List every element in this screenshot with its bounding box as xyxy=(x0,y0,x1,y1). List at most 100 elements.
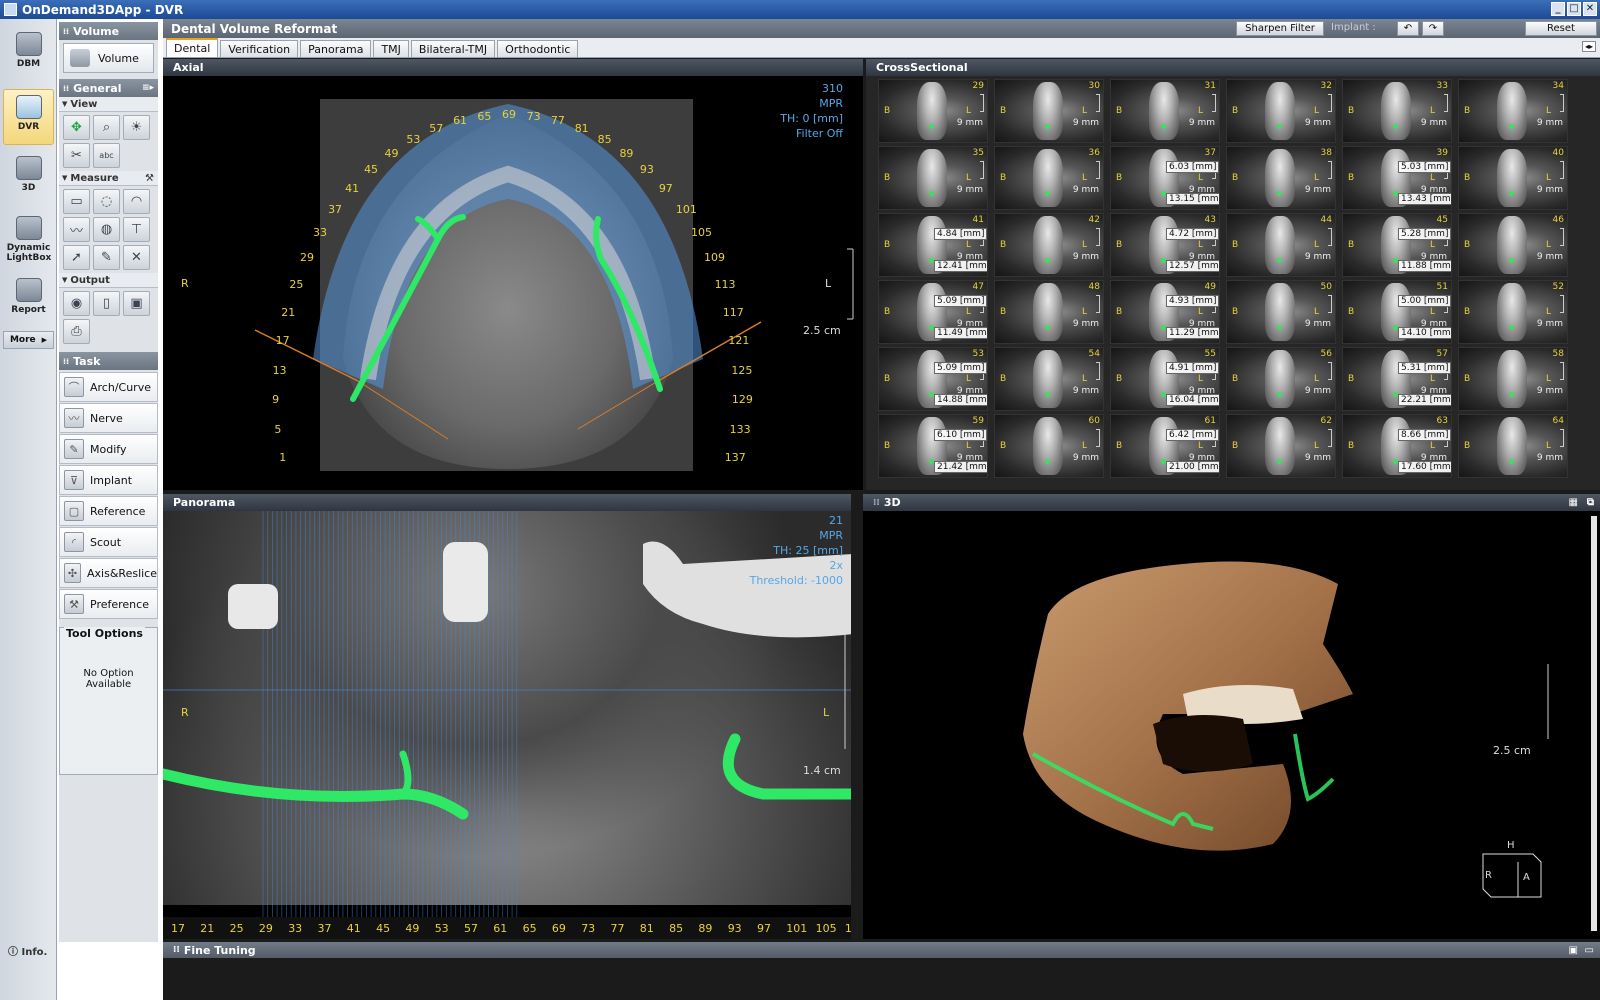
cross-section-cell[interactable]: 60 B L 9 mm xyxy=(994,414,1104,478)
volume-3d-view[interactable]: ⁞⁞ 3D ▦ ⧉ 2.5 cm H R A xyxy=(863,494,1600,939)
task-arch-curve[interactable]: ⌒ Arch/Curve xyxy=(59,372,158,402)
folder-icon[interactable]: ▭ xyxy=(1585,945,1594,956)
cross-section-cell[interactable]: 50 B L 9 mm xyxy=(1226,280,1336,344)
tab-verification[interactable]: Verification xyxy=(220,40,299,57)
cross-section-cell[interactable]: 35 B L 9 mm xyxy=(878,146,988,210)
measurement-height[interactable]: 13.43 [mm] xyxy=(1398,193,1451,205)
measurement-width[interactable]: 5.03 [mm] xyxy=(1398,161,1451,173)
tab-bilateral-tmj[interactable]: Bilateral-TMJ xyxy=(410,40,496,57)
measurement-width[interactable]: 5.00 [mm] xyxy=(1398,295,1451,307)
collapse-icon[interactable]: ▼ xyxy=(62,276,67,284)
measurement-height[interactable]: 14.10 [mm] xyxy=(1398,327,1451,339)
measurement-width[interactable]: 6.10 [mm] xyxy=(934,429,987,441)
tab-orthodontic[interactable]: Orthodontic xyxy=(497,40,579,57)
undo-icon[interactable]: ↶ xyxy=(1397,21,1419,36)
cross-section-cell[interactable]: 58 B L 9 mm xyxy=(1458,347,1568,411)
circle-measure-icon[interactable]: ◍ xyxy=(93,217,120,242)
measurement-height[interactable]: 16.04 [mm] xyxy=(1166,394,1219,406)
cross-section-cell[interactable]: 64 B L 9 mm xyxy=(1458,414,1568,478)
measurement-height[interactable]: 13.15 [mm] xyxy=(1166,193,1219,205)
measurement-height[interactable]: 12.41 [mm] xyxy=(934,260,987,272)
panorama-view[interactable]: Panorama 21 MPR TH: 25 [mm] 2x Threshold… xyxy=(163,494,851,939)
cross-section-cell[interactable]: 41 B L 9 mm 4.84 [mm] 12.41 [mm] xyxy=(878,213,988,277)
cross-section-cell[interactable]: 51 B L 9 mm 5.00 [mm] 14.10 [mm] xyxy=(1342,280,1452,344)
measurement-width[interactable]: 4.84 [mm] xyxy=(934,228,987,240)
cross-section-cell[interactable]: 46 B L 9 mm xyxy=(1458,213,1568,277)
task-modify[interactable]: ✎ Modify xyxy=(59,434,158,464)
cross-section-cell[interactable]: 57 B L 9 mm 5.31 [mm] 22.21 [mm] xyxy=(1342,347,1452,411)
fine-tuning-bar[interactable]: ⁞⁞ Fine Tuning ▣ ▭ xyxy=(163,942,1600,958)
collapse-icon[interactable]: ▼ xyxy=(62,174,67,182)
close-button[interactable]: ✕ xyxy=(1583,2,1597,16)
measurement-width[interactable]: 4.91 [mm] xyxy=(1166,362,1219,374)
tab-panorama[interactable]: Panorama xyxy=(300,40,372,57)
cross-section-cell[interactable]: 49 B L 9 mm 4.93 [mm] 11.29 [mm] xyxy=(1110,280,1220,344)
measurement-width[interactable]: 5.09 [mm] xyxy=(934,295,987,307)
rail-item-3d[interactable]: 3D xyxy=(3,151,54,207)
print-icon[interactable]: ⎙ xyxy=(63,319,90,344)
measurement-height[interactable]: 21.00 [mm] xyxy=(1166,461,1219,473)
measurement-width[interactable]: 5.09 [mm] xyxy=(934,362,987,374)
sharpen-filter-button[interactable]: Sharpen Filter xyxy=(1236,21,1324,36)
measure-settings-icon[interactable]: ⚒ xyxy=(145,173,154,184)
rail-item-report[interactable]: Report xyxy=(3,273,54,327)
info-button[interactable]: ⓘ Info. xyxy=(8,943,47,958)
cross-section-cell[interactable]: 56 B L 9 mm xyxy=(1226,347,1336,411)
cross-section-cell[interactable]: 31 B L 9 mm xyxy=(1110,79,1220,143)
cross-section-cell[interactable]: 36 B L 9 mm xyxy=(994,146,1104,210)
clipboard-icon[interactable]: ▯ xyxy=(93,291,120,316)
crosssectional-view[interactable]: CrossSectional 29 B L 9 mm 30 B L 9 mm 31 B L 9 mm 3… xyxy=(866,59,1600,490)
measurement-height[interactable]: 17.60 [mm] xyxy=(1398,461,1451,473)
cross-section-cell[interactable]: 63 B L 9 mm 8.66 [mm] 17.60 [mm] xyxy=(1342,414,1452,478)
eraser-icon[interactable]: ✎ xyxy=(93,245,120,270)
more-button[interactable]: More ▶ xyxy=(3,331,54,349)
cross-section-cell[interactable]: 52 B L 9 mm xyxy=(1458,280,1568,344)
delete-icon[interactable]: ✕ xyxy=(123,245,150,270)
cross-section-cell[interactable]: 59 B L 9 mm 6.10 [mm] 21.42 [mm] xyxy=(878,414,988,478)
cross-section-cell[interactable]: 53 B L 9 mm 5.09 [mm] 14.88 [mm] xyxy=(878,347,988,411)
measurement-height[interactable]: 11.49 [mm] xyxy=(934,327,987,339)
cross-section-cell[interactable]: 43 B L 9 mm 4.72 [mm] 12.57 [mm] xyxy=(1110,213,1220,277)
volume-3d-scrollbar[interactable] xyxy=(1591,516,1597,931)
redo-icon[interactable]: ↷ xyxy=(1422,21,1444,36)
cross-section-cell[interactable]: 61 B L 9 mm 6.42 [mm] 21.00 [mm] xyxy=(1110,414,1220,478)
cross-section-cell[interactable]: 37 B L 9 mm 6.03 [mm] 13.15 [mm] xyxy=(1110,146,1220,210)
select-arrow-icon[interactable]: ➚ xyxy=(63,245,90,270)
rail-item-dvr[interactable]: DVR xyxy=(3,89,54,145)
scissors-icon[interactable]: ✂ xyxy=(63,143,90,168)
cross-section-cell[interactable]: 33 B L 9 mm xyxy=(1342,79,1452,143)
rail-item-dbm[interactable]: DBM xyxy=(3,27,54,83)
task-scout[interactable]: ◜ Scout xyxy=(59,527,158,557)
capture-icon[interactable]: ◉ xyxy=(63,291,90,316)
save-image-icon[interactable]: ▣ xyxy=(123,291,150,316)
measurement-width[interactable]: 4.72 [mm] xyxy=(1166,228,1219,240)
tab-tmj[interactable]: TMJ xyxy=(373,40,409,57)
cross-section-cell[interactable]: 32 B L 9 mm xyxy=(1226,79,1336,143)
measurement-height[interactable]: 11.29 [mm] xyxy=(1166,327,1219,339)
ruler-icon[interactable]: ▭ xyxy=(63,189,90,214)
measurement-height[interactable]: 14.88 [mm] xyxy=(934,394,987,406)
angle-icon[interactable]: ◠ xyxy=(123,189,150,214)
task-preference[interactable]: ⚒ Preference xyxy=(59,589,158,619)
cross-section-cell[interactable]: 34 B L 9 mm xyxy=(1458,79,1568,143)
cross-section-cell[interactable]: 62 B L 9 mm xyxy=(1226,414,1336,478)
pan-icon[interactable]: ✥ xyxy=(63,115,90,140)
cross-section-cell[interactable]: 38 B L 9 mm xyxy=(1226,146,1336,210)
measurement-width[interactable]: 5.28 [mm] xyxy=(1398,228,1451,240)
cross-section-cell[interactable]: 42 B L 9 mm xyxy=(994,213,1104,277)
cross-section-cell[interactable]: 48 B L 9 mm xyxy=(994,280,1104,344)
reset-button[interactable]: Reset xyxy=(1525,21,1597,36)
task-implant[interactable]: ⊽ Implant xyxy=(59,465,158,495)
minimize-button[interactable]: _ xyxy=(1551,2,1565,16)
measurement-height[interactable]: 11.88 [mm] xyxy=(1398,260,1451,272)
profile-icon[interactable]: 〰 xyxy=(63,217,90,242)
cross-section-cell[interactable]: 30 B L 9 mm xyxy=(994,79,1104,143)
arrow-annotation-icon[interactable]: ⊤ xyxy=(123,217,150,242)
text-annotation-icon[interactable]: abc xyxy=(93,143,120,168)
cross-section-cell[interactable]: 39 B L 9 mm 5.03 [mm] 13.43 [mm] xyxy=(1342,146,1452,210)
cross-section-cell[interactable]: 55 B L 9 mm 4.91 [mm] 16.04 [mm] xyxy=(1110,347,1220,411)
rail-item-lightbox[interactable]: Dynamic LightBox xyxy=(3,211,54,269)
axial-view[interactable]: Axial 1 5 9 13 17 21 25 29 33 37 41 45 4… xyxy=(163,59,863,490)
tab-dental[interactable]: Dental xyxy=(166,38,219,57)
cross-section-cell[interactable]: 45 B L 9 mm 5.28 [mm] 11.88 [mm] xyxy=(1342,213,1452,277)
